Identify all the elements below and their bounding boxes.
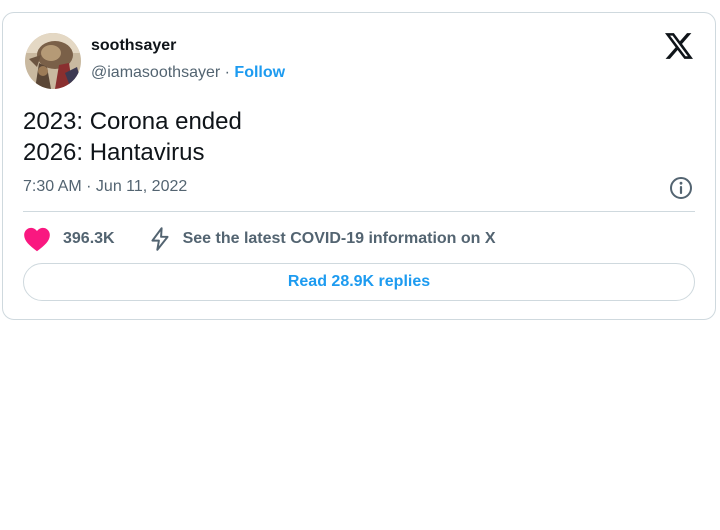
avatar-image [25,33,81,89]
info-icon[interactable] [669,176,693,200]
tweet-timestamp[interactable]: 7:30 AM · Jun 11, 2022 [23,178,187,196]
heart-icon [24,227,50,252]
divider [23,211,695,212]
like-button[interactable]: 396.3K [23,226,115,252]
tweet-line: 2026: Hantavirus [23,139,205,166]
follow-button[interactable]: Follow [234,64,285,81]
tweet-text: 2023: Corona ended 2026: Hantavirus [23,106,242,168]
covid-info-label: See the latest COVID-19 information on X [182,230,496,247]
tweet-actions: 396.3K See the latest COVID-19 informati… [23,224,496,254]
avatar[interactable] [25,33,81,89]
tweet-line: 2023: Corona ended [23,108,242,135]
lightning-bolt-icon [151,227,169,251]
covid-info-link[interactable]: See the latest COVID-19 information on X [147,226,496,252]
read-replies-label: Read 28.9K replies [287,273,431,290]
author-display-name[interactable]: soothsayer [91,37,176,55]
x-logo-icon[interactable] [665,33,693,59]
read-replies-button[interactable]: Read 28.9K replies [23,263,695,301]
like-count: 396.3K [63,230,115,247]
author-handle[interactable]: @iamasoothsayer [91,64,220,81]
handle-separator: · [224,64,230,81]
tweet-card: soothsayer @iamasoothsayer · Follow 2023… [2,12,716,320]
author-handle-row: @iamasoothsayer · Follow [91,64,285,82]
